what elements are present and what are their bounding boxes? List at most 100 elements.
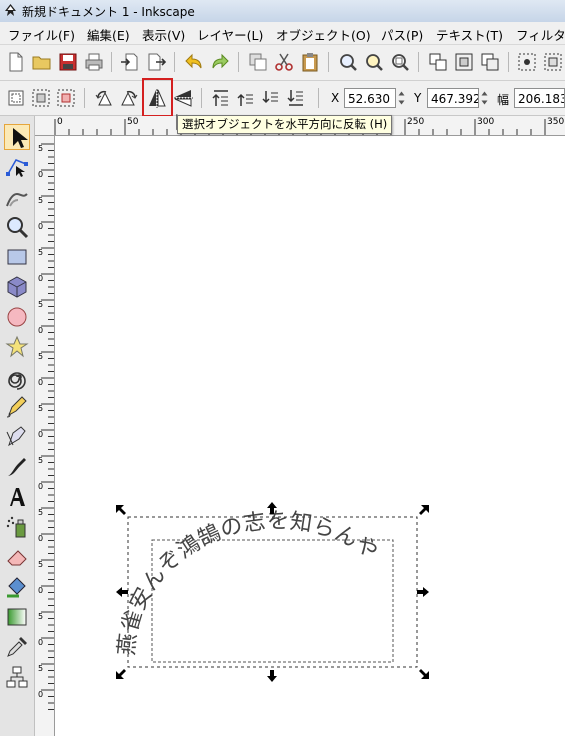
zoom-tool-icon[interactable]	[4, 214, 30, 240]
tweak-tool-icon[interactable]	[4, 184, 30, 210]
flip-button-highlight	[142, 78, 173, 117]
ruler-v-label: 5	[38, 196, 44, 205]
raise-icon[interactable]	[235, 87, 257, 109]
x-label: X	[331, 91, 340, 105]
menu-view[interactable]: 表示(V)	[142, 25, 185, 44]
ruler-v-label: 5	[38, 144, 44, 153]
zoom-drawing-icon[interactable]	[363, 51, 385, 73]
connector-tool-icon[interactable]	[4, 664, 30, 690]
zoom-selection-icon[interactable]	[337, 51, 359, 73]
align-icon[interactable]	[542, 51, 564, 73]
undo-icon[interactable]	[183, 51, 205, 73]
y-label: Y	[414, 91, 422, 105]
ruler-h-label: 350	[547, 117, 565, 127]
calligraphy-tool-icon[interactable]	[4, 454, 30, 480]
ruler-h-label: 250	[407, 117, 425, 127]
selector-tool-icon[interactable]	[4, 124, 30, 150]
pen-tool-icon[interactable]	[4, 424, 30, 450]
lower-icon[interactable]	[260, 87, 282, 109]
pencil-tool-icon[interactable]	[4, 394, 30, 420]
menu-layer[interactable]: レイヤー(L)	[197, 25, 263, 44]
rotate-ccw-icon[interactable]	[93, 87, 115, 109]
duplicate-icon[interactable]	[247, 51, 269, 73]
y-spinner[interactable]	[480, 88, 489, 108]
ruler-h-label: 0	[57, 117, 63, 127]
ellipse-tool-icon[interactable]	[4, 304, 30, 330]
export-icon[interactable]	[145, 51, 167, 73]
ruler-v-label: 5	[38, 300, 44, 309]
clone-icon[interactable]	[479, 51, 501, 73]
commands-toolbar	[0, 45, 565, 81]
deselect-icon[interactable]	[55, 87, 77, 109]
zoom-page-icon[interactable]	[389, 51, 411, 73]
svg-text:燕雀安んぞ鴻鵠の志を知らんや: 燕雀安んぞ鴻鵠の志を知らんや	[115, 509, 383, 657]
print-icon[interactable]	[83, 51, 105, 73]
menu-path[interactable]: パス(P)	[381, 25, 423, 44]
width-label: 幅	[497, 93, 510, 107]
text-tool-icon[interactable]	[4, 484, 30, 510]
3d-box-tool-icon[interactable]	[4, 274, 30, 300]
select-all-layers-icon[interactable]	[30, 87, 52, 109]
spiral-tool-icon[interactable]	[4, 364, 30, 390]
tooltip: 選択オブジェクトを水平方向に反転 (H)	[177, 115, 393, 134]
cut-icon[interactable]	[273, 51, 295, 73]
menu-file[interactable]: ファイル(F)	[8, 25, 75, 44]
menu-text[interactable]: テキスト(T)	[436, 25, 503, 44]
eraser-tool-icon[interactable]	[4, 544, 30, 570]
inkscape-logo-icon	[3, 3, 18, 18]
dropper-tool-icon[interactable]	[4, 634, 30, 660]
ruler-v-label: 0	[38, 586, 44, 595]
new-document-icon[interactable]	[5, 51, 27, 73]
ruler-v-label: 5	[38, 560, 44, 569]
window-title: 新規ドキュメント 1 - Inkscape	[22, 5, 195, 19]
ruler-v-label: 0	[38, 326, 44, 335]
vertical-ruler: 5 0 5 0 5 0 5 0 5 0 5 0 5 0 5 0 5 0 5 0 5 0	[35, 136, 55, 736]
x-spinner[interactable]	[397, 88, 406, 108]
save-icon[interactable]	[57, 51, 79, 73]
ruler-v-label: 5	[38, 404, 44, 413]
ruler-v-label: 0	[38, 378, 44, 387]
rectangle-tool-icon[interactable]	[4, 244, 30, 270]
ruler-h-label: 50	[127, 117, 139, 127]
ruler-v-label: 0	[38, 274, 44, 283]
ruler-v-label: 5	[38, 352, 44, 361]
ruler-v-label: 0	[38, 690, 44, 699]
open-icon[interactable]	[31, 51, 53, 73]
ruler-v-label: 5	[38, 248, 44, 257]
menu-object[interactable]: オブジェクト(O)	[276, 25, 371, 44]
gradient-tool-icon[interactable]	[4, 604, 30, 630]
ungroup-icon[interactable]	[453, 51, 475, 73]
x-field[interactable]: 52.630	[344, 88, 396, 108]
spray-tool-icon[interactable]	[4, 514, 30, 540]
import-icon[interactable]	[119, 51, 141, 73]
paste-icon[interactable]	[299, 51, 321, 73]
ruler-v-label: 5	[38, 664, 44, 673]
star-tool-icon[interactable]	[4, 334, 30, 360]
ruler-v-label: 0	[38, 534, 44, 543]
menu-edit[interactable]: 編集(E)	[87, 25, 130, 44]
lower-to-bottom-icon[interactable]	[285, 87, 307, 109]
arc-text: 燕雀安んぞ鴻鵠の志を知らんや	[115, 509, 383, 657]
ruler-v-label: 0	[38, 638, 44, 647]
node-tool-icon[interactable]	[4, 154, 30, 180]
rotate-cw-icon[interactable]	[118, 87, 140, 109]
width-field[interactable]: 206.183	[514, 88, 565, 108]
select-all-icon[interactable]	[5, 87, 27, 109]
drawing-canvas[interactable]: 燕雀安んぞ鴻鵠の志を知らんや	[55, 114, 565, 736]
group-icon[interactable]	[427, 51, 449, 73]
raise-to-top-icon[interactable]	[210, 87, 232, 109]
ruler-v-label: 5	[38, 508, 44, 517]
tool-controls-bar: X 52.630 Y 467.392 幅 206.183	[0, 81, 565, 116]
menu-bar: ファイル(F) 編集(E) 表示(V) レイヤー(L) オブジェクト(O) パス…	[0, 22, 565, 45]
toolbox	[0, 116, 35, 736]
ruler-v-label: 0	[38, 170, 44, 179]
ruler-v-label: 5	[38, 456, 44, 465]
menu-filter[interactable]: フィルタ	[516, 25, 565, 44]
ruler-v-label: 0	[38, 430, 44, 439]
flip-vertical-icon[interactable]	[172, 87, 194, 109]
y-field[interactable]: 467.392	[427, 88, 479, 108]
redo-icon[interactable]	[209, 51, 231, 73]
paint-bucket-tool-icon[interactable]	[4, 574, 30, 600]
ruler-v-label: 5	[38, 612, 44, 621]
fill-stroke-icon[interactable]	[516, 51, 538, 73]
